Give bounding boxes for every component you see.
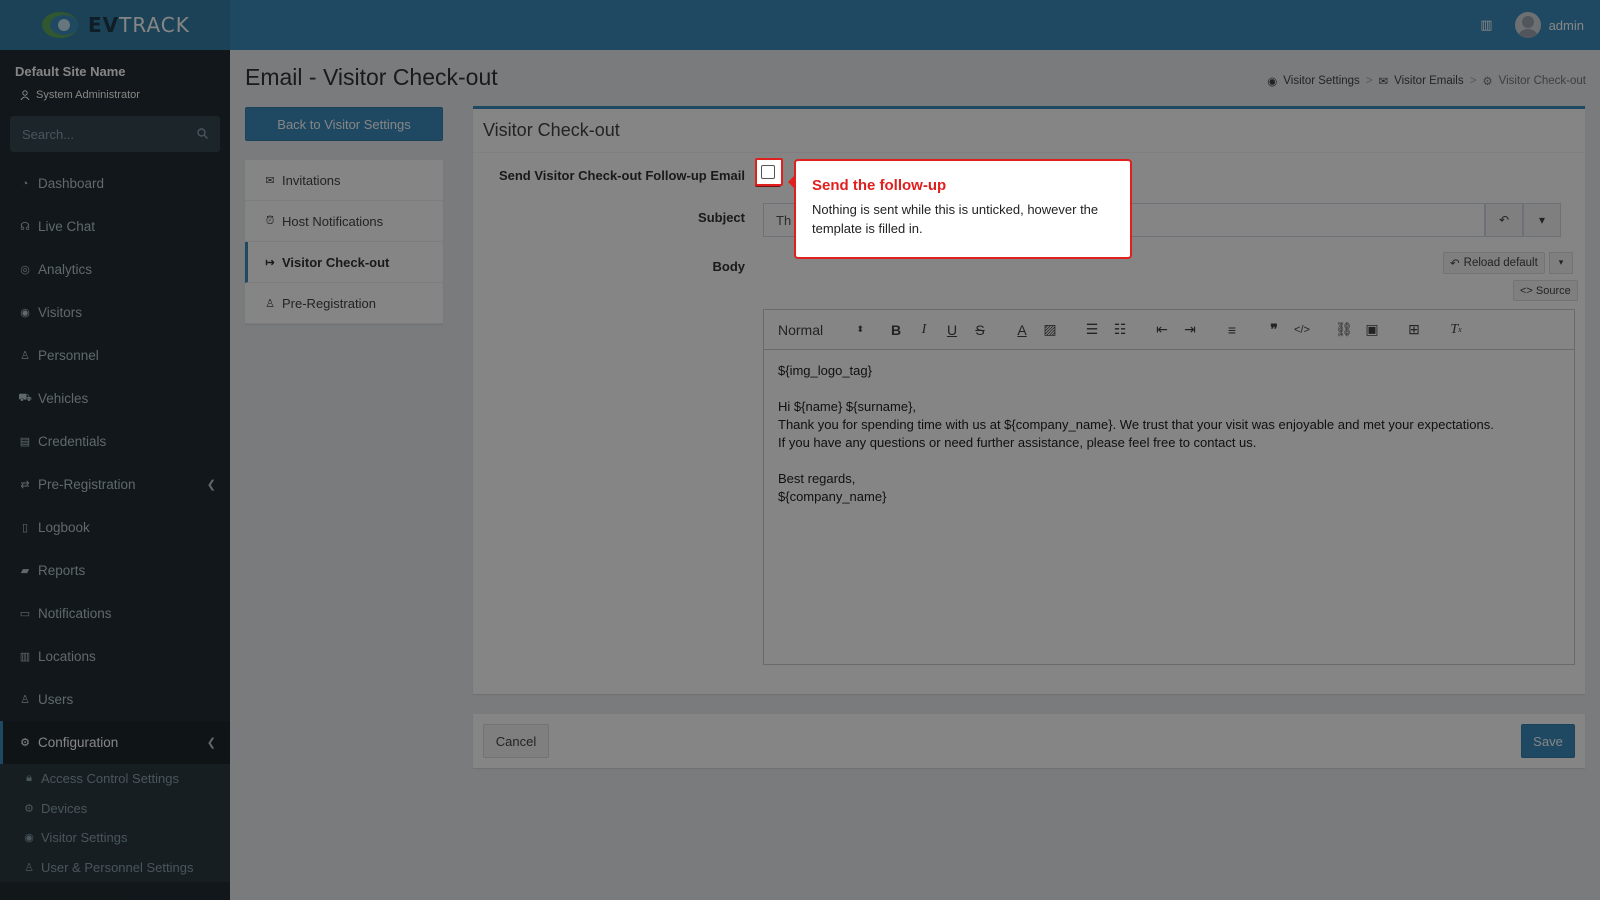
highlighted-send-followup-checkbox[interactable] — [761, 165, 775, 179]
tooltip-arrow — [788, 175, 795, 189]
tooltip-title: Send the follow-up — [812, 177, 947, 194]
tooltip-body: Nothing is sent while this is unticked, … — [812, 202, 1099, 236]
tour-overlay — [0, 0, 1600, 900]
tour-tooltip: Send the follow-up Nothing is sent while… — [788, 159, 1132, 259]
